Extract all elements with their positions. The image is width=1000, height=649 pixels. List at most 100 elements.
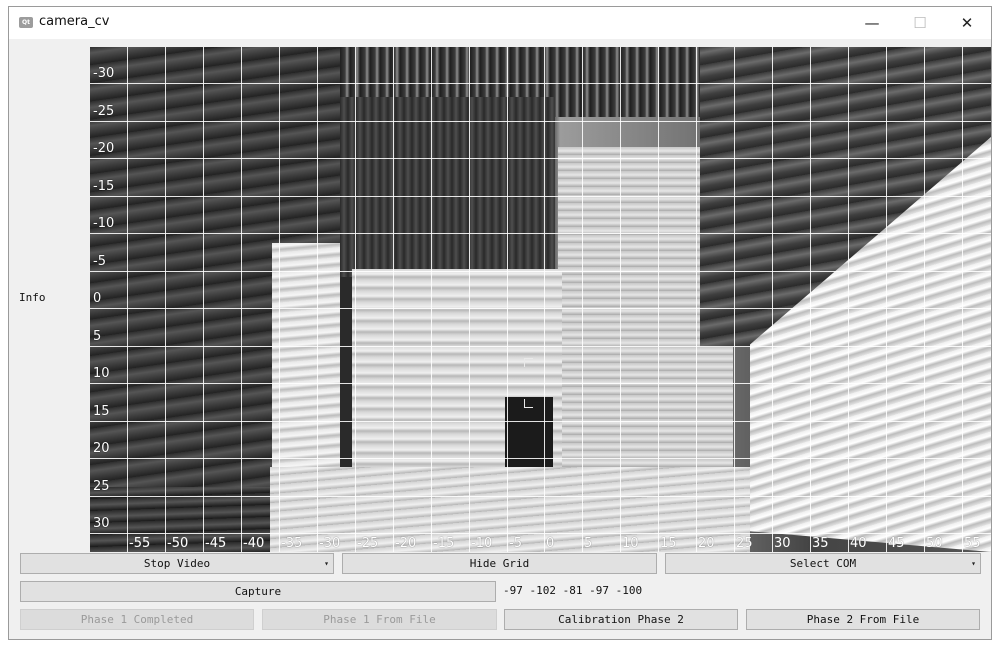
x-tick-label: -10	[471, 536, 493, 551]
grid-line-vertical	[772, 47, 773, 552]
chevron-down-icon: ▾	[324, 559, 329, 568]
qt-app-icon: Qt	[19, 17, 33, 28]
x-tick-label: -5	[509, 536, 522, 551]
x-tick-label: 25	[736, 536, 753, 551]
maximize-icon: ☐	[913, 14, 927, 32]
minimize-button[interactable]: —	[849, 7, 895, 39]
y-tick-label: -10	[93, 216, 115, 231]
x-tick-label: 30	[774, 536, 791, 551]
grid-line-vertical	[658, 47, 659, 552]
y-tick-label: -30	[93, 66, 115, 81]
grid-line-vertical	[279, 47, 280, 552]
signal-readout: -97 -102 -81 -97 -100	[503, 584, 643, 597]
grid-line-vertical	[469, 47, 470, 552]
grid-line-vertical	[203, 47, 204, 552]
video-scene-back-wall	[340, 97, 555, 277]
grid-line-horizontal	[90, 271, 991, 272]
grid-line-vertical	[924, 47, 925, 552]
y-tick-label: -5	[93, 254, 106, 269]
grid-line-horizontal	[90, 533, 991, 534]
grid-line-vertical	[507, 47, 508, 552]
y-tick-label: 10	[93, 366, 110, 381]
minimize-icon: —	[864, 14, 880, 32]
grid-line-vertical	[810, 47, 811, 552]
grid-line-vertical	[886, 47, 887, 552]
target-bracket-bottom	[524, 399, 533, 408]
app-window: Qt camera_cv — ☐ ✕ Info -30 -25 -20 -15 -10 -…	[8, 6, 992, 640]
chevron-down-icon: ▾	[971, 559, 976, 568]
grid-line-vertical	[962, 47, 963, 552]
x-tick-label: -50	[167, 536, 189, 551]
grid-line-horizontal	[90, 496, 991, 497]
x-tick-label: 10	[622, 536, 639, 551]
x-tick-label: 40	[850, 536, 867, 551]
grid-line-vertical	[431, 47, 432, 552]
x-tick-label: -25	[357, 536, 379, 551]
camera-video-view: -30 -25 -20 -15 -10 -5 0 5 10 15 20 25 30 -55 -50 -45 -4…	[90, 47, 991, 552]
y-tick-label: 25	[93, 479, 110, 494]
grid-line-horizontal	[90, 458, 991, 459]
x-tick-label: -55	[129, 536, 151, 551]
grid-line-horizontal	[90, 346, 991, 347]
title-bar: Qt camera_cv — ☐ ✕	[9, 7, 991, 39]
grid-line-vertical	[127, 47, 128, 552]
grid-line-vertical	[355, 47, 356, 552]
grid-line-horizontal	[90, 421, 991, 422]
info-label: Info	[19, 291, 46, 304]
grid-line-vertical	[165, 47, 166, 552]
grid-line-horizontal	[90, 121, 991, 122]
x-tick-label: -45	[205, 536, 227, 551]
y-tick-label: -25	[93, 104, 115, 119]
x-tick-label: -15	[433, 536, 455, 551]
y-tick-label: 5	[93, 329, 102, 344]
y-tick-label: 20	[93, 441, 110, 456]
x-tick-label: 55	[964, 536, 981, 551]
grid-line-vertical	[393, 47, 394, 552]
select-com-dropdown[interactable]: Select COM ▾	[665, 553, 981, 574]
grid-line-horizontal	[90, 383, 991, 384]
grid-line-vertical	[317, 47, 318, 552]
x-tick-label: 0	[546, 536, 555, 551]
grid-line-vertical	[241, 47, 242, 552]
select-com-label: Select COM	[789, 557, 857, 570]
grid-line-horizontal	[90, 158, 991, 159]
capture-button[interactable]: Capture	[20, 581, 496, 602]
phase2-from-file-button[interactable]: Phase 2 From File	[746, 609, 980, 630]
x-tick-label: 45	[888, 536, 905, 551]
x-tick-label: 5	[584, 536, 593, 551]
grid-line-vertical	[620, 47, 621, 552]
grid-line-vertical	[696, 47, 697, 552]
x-tick-label: -30	[319, 536, 341, 551]
x-tick-label: -20	[395, 536, 417, 551]
x-tick-label: 15	[660, 536, 677, 551]
y-tick-label: -15	[93, 179, 115, 194]
video-mode-dropdown[interactable]: Stop Video ▾	[20, 553, 334, 574]
close-button[interactable]: ✕	[944, 7, 990, 39]
x-tick-label: -35	[281, 536, 303, 551]
calibration-phase2-button[interactable]: Calibration Phase 2	[504, 609, 738, 630]
window-title: camera_cv	[39, 14, 110, 29]
grid-line-vertical	[544, 47, 545, 552]
y-tick-label: 30	[93, 516, 110, 531]
x-tick-label: 50	[926, 536, 943, 551]
y-tick-label: 15	[93, 404, 110, 419]
x-tick-label: 35	[812, 536, 829, 551]
y-tick-label: -20	[93, 141, 115, 156]
y-tick-label: 0	[93, 291, 102, 306]
grid-line-horizontal	[90, 308, 991, 309]
video-mode-label: Stop Video	[143, 557, 211, 570]
phase1-completed-button[interactable]: Phase 1 Completed	[20, 609, 254, 630]
grid-line-horizontal	[90, 196, 991, 197]
close-icon: ✕	[960, 14, 974, 32]
target-bracket-top	[524, 358, 533, 367]
phase1-from-file-button[interactable]: Phase 1 From File	[262, 609, 497, 630]
maximize-button[interactable]: ☐	[897, 7, 943, 39]
grid-line-vertical	[734, 47, 735, 552]
x-tick-label: 20	[698, 536, 715, 551]
grid-line-horizontal	[90, 233, 991, 234]
grid-line-vertical	[848, 47, 849, 552]
x-tick-label: -40	[243, 536, 265, 551]
grid-line-vertical	[582, 47, 583, 552]
hide-grid-button[interactable]: Hide Grid	[342, 553, 657, 574]
grid-line-horizontal	[90, 83, 991, 84]
